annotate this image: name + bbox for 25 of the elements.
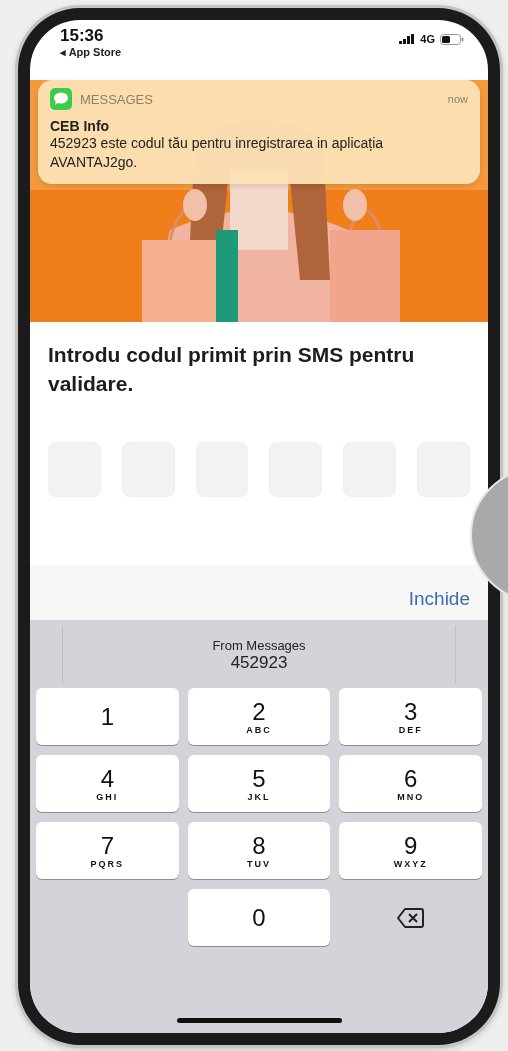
close-button[interactable]: Inchide [408, 588, 470, 610]
backspace-icon [397, 907, 425, 928]
autofill-suggestion[interactable]: From Messages 452923 [62, 626, 456, 684]
keypad-key[interactable]: 6 MNO [339, 755, 482, 812]
notification-time: now [447, 93, 468, 105]
app-name: MESSAGES [80, 91, 154, 107]
keypad-key[interactable]: 2 ABC [187, 688, 331, 745]
signal-icon [399, 34, 416, 44]
keypad-key[interactable]: 3 DEF [339, 688, 482, 745]
sender-name: CEB Info [50, 118, 111, 134]
keypad-key[interactable]: 7 PQRS [36, 822, 179, 879]
back-link[interactable]: ◂ App Store [60, 46, 122, 59]
network-label: 4G [420, 33, 435, 45]
status-time: 15:36 [60, 26, 105, 46]
keypad-key[interactable]: 1 [36, 688, 179, 745]
message-text: 452923 este codul tău pentru inregistrarea in aplicația AVANTAJ2go. [50, 134, 385, 172]
keypad-key[interactable]: 5 JKL [187, 755, 331, 812]
keypad-key[interactable]: 9 WXYZ [339, 822, 482, 879]
page-heading: Introdu codul primit prin SMS pentru validare. [48, 342, 416, 397]
battery-icon [440, 33, 464, 45]
keypad-key[interactable]: 8 TUV [187, 822, 331, 879]
keypad-key[interactable]: 4 GHI [36, 755, 179, 812]
keypad-key[interactable]: 0 [187, 889, 331, 946]
notification-banner[interactable]: MESSAGES now CEB Info 452923 este codul tău pentru inregistrarea in aplicația AVANTAJ2go. [38, 80, 480, 184]
chat-bubble-icon [50, 88, 72, 110]
